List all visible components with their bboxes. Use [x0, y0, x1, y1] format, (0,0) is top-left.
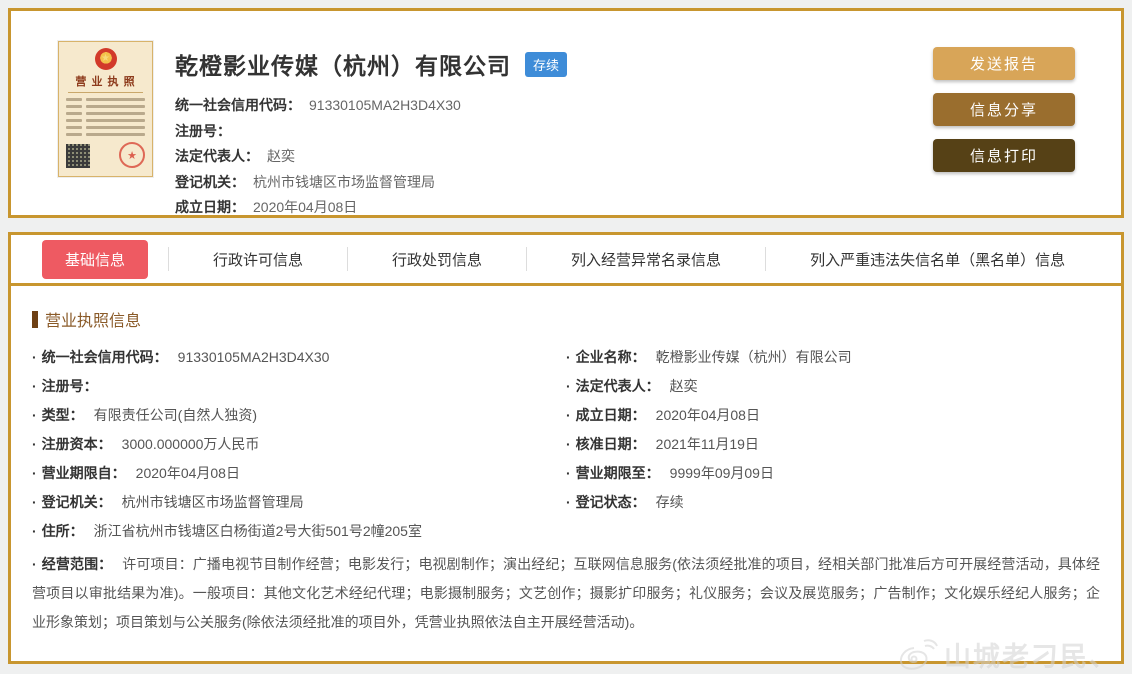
tab-bar: 基础信息 行政许可信息 行政处罚信息 列入经营异常名录信息 列入严重违法失信名单… [11, 235, 1121, 286]
info-share-button[interactable]: 信息分享 [933, 93, 1075, 126]
header-field-established: 成立日期： 2020年04月08日 [175, 195, 567, 221]
tab-basic-info[interactable]: 基础信息 [42, 240, 148, 279]
send-report-button[interactable]: 发送报告 [933, 47, 1075, 80]
tab-blacklist[interactable]: 列入严重违法失信名单（黑名单）信息 [766, 249, 1109, 270]
detail-row-credit-code: ·统一社会信用代码：91330105MA2H3D4X30 [32, 347, 566, 376]
detail-row-term-to: ·营业期限至：9999年09月09日 [566, 463, 1100, 492]
header-field-credit-code: 统一社会信用代码： 91330105MA2H3D4X30 [175, 93, 567, 119]
detail-row-term-from: ·营业期限自：2020年04月08日 [32, 463, 566, 492]
detail-row-company-type: ·类型：有限责任公司(自然人独资) [32, 405, 566, 434]
detail-row-legal-rep: ·法定代表人：赵奕 [566, 376, 1100, 405]
detail-row-approval-date: ·核准日期：2021年11月19日 [566, 434, 1100, 463]
company-detail-card: 基础信息 行政许可信息 行政处罚信息 列入经营异常名录信息 列入严重违法失信名单… [8, 232, 1124, 664]
license-divider [68, 92, 143, 93]
detail-row-address: ·住所：浙江省杭州市钱塘区白杨街道2号大街501号2幢205室 [32, 521, 1100, 550]
status-badge: 存续 [525, 52, 567, 77]
license-title: 营 业 执 照 [66, 73, 145, 89]
detail-row-registered-capital: ·注册资本：3000.000000万人民币 [32, 434, 566, 463]
detail-column-left: ·统一社会信用代码：91330105MA2H3D4X30 ·注册号： ·类型：有… [32, 347, 566, 521]
tab-admin-penalty[interactable]: 行政处罚信息 [348, 249, 526, 270]
tab-abnormal-operations[interactable]: 列入经营异常名录信息 [527, 249, 765, 270]
detail-row-established-date: ·成立日期：2020年04月08日 [566, 405, 1100, 434]
detail-row-reg-authority: ·登记机关：杭州市钱塘区市场监督管理局 [32, 492, 566, 521]
detail-row-company-name: ·企业名称：乾橙影业传媒（杭州）有限公司 [566, 347, 1100, 376]
company-header-card: ★ 营 业 执 照 ★ 乾橙影业传媒（杭州）有限公司 存续 统一社会信用代码： [8, 8, 1124, 218]
detail-row-business-scope: ·经营范围：许可项目：广播电视节目制作经营；电影发行；电视剧制作；演出经纪；互联… [32, 550, 1100, 637]
section-title: 营业执照信息 [45, 307, 141, 331]
info-print-button[interactable]: 信息打印 [933, 139, 1075, 172]
red-stamp-icon: ★ [119, 142, 145, 168]
company-name-title: 乾橙影业传媒（杭州）有限公司 [175, 47, 511, 81]
detail-column-right: ·企业名称：乾橙影业传媒（杭州）有限公司 ·法定代表人：赵奕 ·成立日期：202… [566, 347, 1100, 521]
detail-row-reg-status: ·登记状态：存续 [566, 492, 1100, 521]
business-scope-text: 许可项目：广播电视节目制作经营；电影发行；电视剧制作；演出经纪；互联网信息服务(… [32, 556, 1100, 630]
header-field-reg-authority: 登记机关： 杭州市钱塘区市场监督管理局 [175, 170, 567, 196]
national-emblem-icon: ★ [95, 48, 117, 70]
business-license-thumbnail: ★ 营 业 执 照 ★ [58, 41, 153, 177]
tab-admin-license[interactable]: 行政许可信息 [169, 249, 347, 270]
header-field-reg-number: 注册号： [175, 119, 567, 145]
header-field-legal-rep: 法定代表人： 赵奕 [175, 144, 567, 170]
qr-code-icon [66, 144, 90, 168]
detail-row-reg-number: ·注册号： [32, 376, 566, 405]
section-bar-icon [32, 311, 38, 328]
section-header: 营业执照信息 [32, 307, 1100, 331]
